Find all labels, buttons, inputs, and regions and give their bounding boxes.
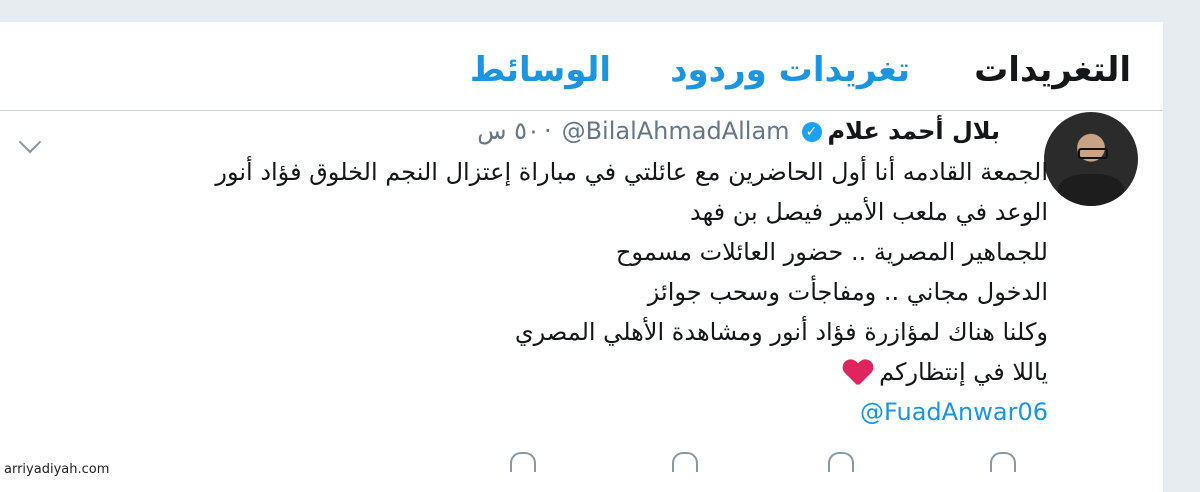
- tweet-line: الجمعة القادمه أنا أول الحاضرين مع عائلت…: [215, 158, 1048, 186]
- tabs-divider: [0, 110, 1163, 111]
- verified-badge-icon: ✓: [801, 122, 822, 142]
- tweet-actions: [0, 446, 1163, 476]
- tab-media[interactable]: الوسائط: [470, 48, 611, 92]
- tweet-line-with-heart: ياللا في إنتظاركم: [98, 352, 1048, 392]
- share-icon[interactable]: [510, 452, 536, 472]
- watermark: arriyadiyah.com: [4, 462, 110, 477]
- like-icon[interactable]: [672, 452, 698, 472]
- tweet-time[interactable]: ٥٠ س: [477, 117, 540, 145]
- tweet-line: ياللا في إنتظاركم: [879, 358, 1048, 386]
- tweet-line: الوعد في ملعب الأمير فيصل بن فهد: [690, 198, 1048, 226]
- tweet-text: الجمعة القادمه أنا أول الحاضرين مع عائلت…: [98, 152, 1048, 432]
- heart-icon: [843, 360, 871, 386]
- avatar-shoulders-detail: [1058, 174, 1124, 206]
- tab-tweets-and-replies[interactable]: تغريدات وردود: [670, 48, 910, 92]
- retweet-icon[interactable]: [828, 452, 854, 472]
- mention-line: @FuadAnwar06: [98, 392, 1048, 432]
- tweet-line: الدخول مجاني .. ومفاجأت وسحب جوائز: [647, 278, 1048, 306]
- top-strip: [0, 0, 1200, 20]
- profile-tabs: التغريدات تغريدات وردود الوسائط: [0, 22, 1163, 110]
- header-separator: ·: [543, 117, 552, 145]
- mention-link[interactable]: @FuadAnwar06: [860, 398, 1048, 426]
- tweet-header: بلال أحمد علام ✓ @BilalAhmadAllam ·٥٠ س: [477, 114, 1000, 148]
- tweet-line: وكلنا هناك لمؤازرة فؤاد أنور ومشاهدة الأ…: [514, 318, 1048, 346]
- reply-icon[interactable]: [990, 452, 1016, 472]
- avatar[interactable]: [1044, 112, 1138, 206]
- author-handle[interactable]: @BilalAhmadAllam: [562, 117, 790, 145]
- author-name[interactable]: بلال أحمد علام: [828, 117, 1000, 145]
- tweet-line: للجماهير المصرية .. حضور العائلات مسموح: [615, 238, 1048, 266]
- tab-tweets[interactable]: التغريدات: [974, 48, 1131, 92]
- avatar-glasses-detail: [1078, 148, 1108, 159]
